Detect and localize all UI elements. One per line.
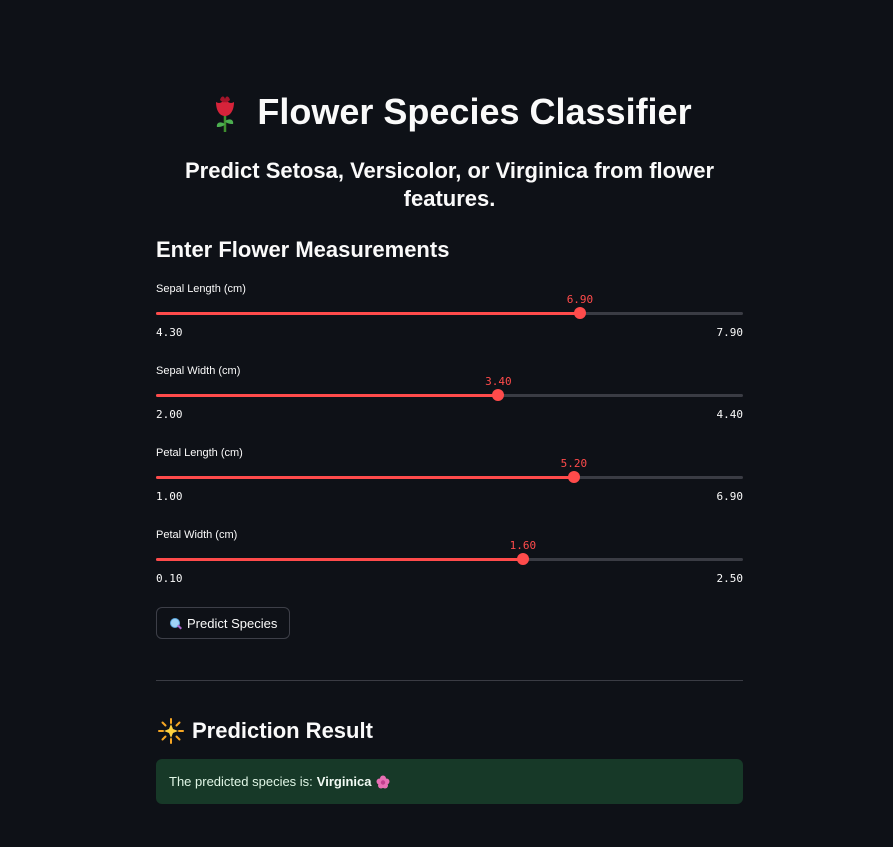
slider-fill xyxy=(156,476,574,479)
slider-track[interactable] xyxy=(156,394,743,397)
slider-label: Petal Length (cm) xyxy=(156,447,243,459)
slider-label: Petal Width (cm) xyxy=(156,529,238,541)
predict-button-label: Predict Species xyxy=(187,615,278,631)
slider-thumb[interactable] xyxy=(516,553,529,565)
slider-track[interactable] xyxy=(156,558,743,561)
slider-thumb[interactable] xyxy=(573,307,586,319)
slider-thumb[interactable] xyxy=(492,389,505,401)
slider-value: 5.20 xyxy=(560,457,588,470)
app-page: Flower Species Classifier Predict Setosa… xyxy=(0,0,893,847)
slider-value: 1.60 xyxy=(509,539,537,552)
slider-value: 6.90 xyxy=(566,293,594,306)
flower-icon xyxy=(376,775,390,788)
slider-value: 3.40 xyxy=(485,375,512,388)
slider-fill xyxy=(156,558,523,561)
slider-fill xyxy=(156,394,499,397)
result-title: Prediction Result xyxy=(158,716,373,746)
slider-max: 4.40 xyxy=(716,408,744,421)
slider-sepal-length[interactable]: Sepal Length (cm) 6.90 4.30 7.90 xyxy=(156,282,743,346)
slider-fill xyxy=(156,312,580,315)
divider xyxy=(156,680,743,681)
predict-species-button[interactable]: Predict Species xyxy=(156,607,291,639)
page-title-text: Flower Species Classifier xyxy=(257,91,692,132)
result-title-text: Prediction Result xyxy=(192,718,373,743)
page-subtitle: Predict Setosa, Versicolor, or Virginica… xyxy=(185,158,714,211)
slider-track[interactable] xyxy=(156,476,743,479)
slider-label: Sepal Width (cm) xyxy=(156,365,241,377)
rose-icon xyxy=(216,96,235,133)
sparkle-star-icon xyxy=(158,718,184,744)
magnifying-glass-icon xyxy=(169,617,182,630)
slider-petal-length[interactable]: Petal Length (cm) 5.20 1.00 6.90 xyxy=(156,446,743,510)
slider-track[interactable] xyxy=(156,312,743,315)
slider-max: 6.90 xyxy=(716,490,744,503)
slider-label: Sepal Length (cm) xyxy=(156,283,246,295)
page-title: Flower Species Classifier xyxy=(156,88,743,136)
slider-min: 4.30 xyxy=(156,326,183,339)
slider-max: 2.50 xyxy=(716,572,744,585)
slider-thumb[interactable] xyxy=(567,471,580,483)
slider-petal-width[interactable]: Petal Width (cm) 1.60 0.10 2.50 xyxy=(156,528,743,592)
slider-min: 1.00 xyxy=(156,490,183,503)
section-title: Enter Flower Measurements xyxy=(156,237,450,262)
slider-max: 7.90 xyxy=(716,326,744,339)
slider-min: 0.10 xyxy=(156,572,183,585)
slider-min: 2.00 xyxy=(156,408,183,421)
predicted-species: Virginica xyxy=(316,774,372,789)
slider-sepal-width[interactable]: Sepal Width (cm) 3.40 2.00 4.40 xyxy=(156,364,743,428)
result-prefix: The predicted species is: xyxy=(169,774,313,789)
result-alert: The predicted species is: Virginica xyxy=(156,759,743,804)
